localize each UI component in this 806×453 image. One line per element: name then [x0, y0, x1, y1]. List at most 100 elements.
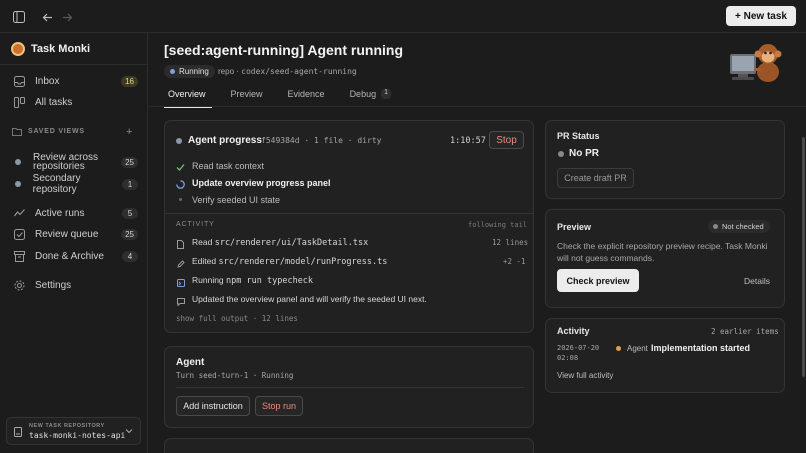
earlier-items-link[interactable]: 2 earlier items	[711, 327, 779, 336]
check-square-icon	[11, 228, 27, 240]
repository-value: task-monki-notes-api	[29, 431, 126, 440]
main-content: [seed:agent-running] Agent running ··· R…	[149, 33, 806, 453]
step-read-task-context: Read task context	[192, 161, 265, 171]
inbox-icon	[11, 75, 27, 87]
count-badge: 4	[122, 250, 138, 262]
sidebar-item-review-queue[interactable]: Review queue 25	[6, 224, 142, 244]
sidebar-item-label: Secondary repository	[32, 173, 81, 195]
following-tail-label: following tail	[468, 221, 528, 229]
preview-status-badge: Not checked	[708, 220, 770, 233]
event-verb: Running	[192, 275, 224, 285]
sidebar-item-inbox[interactable]: Inbox 16	[6, 71, 142, 91]
sidebar-item-label: Done & Archive	[35, 250, 104, 262]
status-dot-icon	[170, 69, 175, 74]
activity-dot-icon	[616, 346, 621, 351]
debug-count-badge: 1	[381, 89, 391, 99]
tab-overview[interactable]: Overview	[164, 89, 212, 108]
event-path: npm run typecheck	[226, 276, 314, 286]
event-verb: Edited	[192, 256, 217, 266]
sidebar-item-label: All tasks	[35, 96, 73, 108]
back-arrow-icon[interactable]	[38, 8, 56, 26]
archive-icon	[11, 250, 27, 262]
pr-state: No PR	[569, 148, 599, 159]
sidebar-item-all-tasks[interactable]: All tasks	[6, 92, 142, 112]
sidebar-item-label: Inbox	[35, 75, 60, 87]
new-task-button[interactable]: + New task	[726, 6, 796, 26]
file-count: 1 file	[314, 136, 343, 145]
meta-separator: ·	[347, 136, 353, 145]
brand: Task Monki	[11, 42, 90, 56]
tab-preview[interactable]: Preview	[227, 89, 267, 106]
saved-views-title: SAVED VIEWS	[28, 128, 85, 135]
preview-description: Check the explicit repository preview re…	[557, 241, 768, 263]
sidebar-item-settings[interactable]: Settings	[6, 275, 142, 295]
create-draft-pr-button[interactable]: Create draft PR	[557, 168, 634, 188]
scrollbar-thumb[interactable]	[802, 137, 805, 377]
branch-name: codex/seed-agent-running	[241, 67, 357, 76]
show-full-output-link[interactable]: show full output · 12 lines	[176, 314, 298, 323]
agent-progress-card: Agent progress f549384d · 1 file · dirty…	[164, 120, 534, 333]
agent-title: Agent	[176, 357, 205, 368]
chevron-down-icon	[125, 426, 133, 436]
activity-icon	[11, 208, 27, 219]
check-preview-button[interactable]: Check preview	[557, 269, 639, 292]
divider	[149, 106, 806, 107]
activity-timestamp: 2026-07-20 02:08	[557, 343, 599, 363]
tab-label: Overview	[168, 89, 206, 99]
tab-label: Evidence	[287, 89, 325, 99]
activity-section-label: ACTIVITY	[176, 221, 215, 228]
tab-label: Preview	[230, 89, 263, 99]
new-task-repository-select[interactable]: NEW TASK REPOSITORY task-monki-notes-api	[6, 417, 141, 445]
event-meta: 12 lines	[492, 238, 529, 247]
top-bar: + New task	[0, 0, 806, 33]
view-full-activity-link[interactable]: View full activity	[557, 371, 613, 380]
event-verb: Read	[192, 237, 213, 247]
sidebar-toggle-icon[interactable]	[10, 8, 28, 26]
activity-card: Activity 2 earlier items 2026-07-20 02:0…	[545, 318, 785, 393]
count-badge: 5	[122, 207, 138, 219]
progress-title: Agent progress	[188, 135, 262, 146]
branch-meta: repo · codex/seed-agent-running	[218, 67, 357, 76]
more-options-icon[interactable]: ···	[387, 42, 399, 56]
agent-card: Agent Turn seed-turn-1 · Running Add ins…	[164, 346, 534, 428]
add-instruction-button[interactable]: Add instruction	[176, 396, 250, 416]
sidebar-item-review-across-repositories[interactable]: Review across repositories 25	[6, 149, 142, 175]
stop-button[interactable]: Stop	[489, 131, 524, 149]
status-dot-icon	[713, 224, 718, 229]
forward-arrow-icon[interactable]	[58, 8, 76, 26]
tab-debug[interactable]: Debug 1	[346, 89, 395, 106]
check-icon	[176, 161, 185, 175]
progress-dot-icon	[176, 138, 182, 144]
monkey-logo-icon	[11, 42, 25, 56]
message-icon	[177, 295, 185, 309]
view-dot-icon	[15, 159, 21, 165]
tab-evidence[interactable]: Evidence	[284, 89, 329, 106]
sidebar-item-active-runs[interactable]: Active runs 5	[6, 203, 142, 223]
view-dot-icon	[15, 181, 21, 187]
activity-title: Activity	[557, 326, 590, 336]
repo-label: repo	[218, 67, 235, 76]
sidebar-item-done-archive[interactable]: Done & Archive 4	[6, 246, 142, 266]
commit-hash: f549384d	[261, 136, 300, 145]
event-updated: Updated the overview panel and will veri…	[192, 294, 427, 304]
sidebar-item-secondary-repository[interactable]: Secondary repository 1	[6, 173, 142, 195]
meta-separator: ·	[236, 67, 239, 76]
run-timer: 1:10:57	[450, 136, 486, 146]
tasks-icon	[11, 96, 27, 108]
spinner-icon	[176, 178, 185, 192]
sidebar-item-label: Settings	[35, 279, 72, 291]
add-saved-view-icon[interactable]: +	[126, 126, 132, 138]
status-badge: Running	[164, 65, 215, 78]
folder-icon	[12, 127, 22, 138]
scrollbar[interactable]	[801, 107, 806, 453]
meta-separator: ·	[304, 136, 310, 145]
page-title: [seed:agent-running] Agent running	[164, 42, 404, 58]
stop-run-button[interactable]: Stop run	[255, 396, 303, 416]
event-path: src/renderer/model/runProgress.ts	[218, 257, 388, 267]
sidebar: Task Monki Inbox 16 All tasks SAVED VIEW…	[0, 33, 148, 453]
gear-icon	[11, 280, 27, 291]
progress-meta: f549384d · 1 file · dirty	[261, 136, 382, 145]
activity-event: Implementation started	[651, 343, 751, 353]
tab-bar: Overview Preview Evidence Debug 1	[164, 89, 412, 108]
details-link[interactable]: Details	[744, 276, 770, 286]
